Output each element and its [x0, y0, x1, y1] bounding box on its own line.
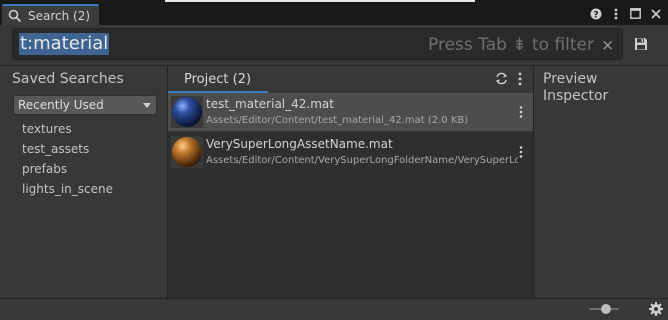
search-query-text[interactable]: t:material	[19, 33, 110, 55]
item-menu-icon[interactable]	[518, 145, 524, 159]
dropdown-selected: Recently Used	[18, 98, 104, 112]
svg-text:?: ?	[593, 10, 598, 20]
material-sphere-icon	[171, 136, 203, 168]
save-search-icon[interactable]	[633, 36, 649, 52]
inspector-label: Inspector	[543, 88, 609, 104]
preview-label: Preview	[543, 71, 598, 87]
saved-searches-title: Saved Searches	[12, 71, 124, 87]
close-icon[interactable]	[649, 7, 662, 20]
result-path: Assets/Editor/Content/test_material_42.m…	[206, 115, 469, 126]
tab-title: Search (2)	[28, 8, 91, 23]
search-icon	[8, 9, 22, 22]
result-name: VerySuperLongAssetName.mat	[206, 137, 393, 151]
saved-search-item[interactable]: test_assets	[22, 142, 89, 156]
gear-icon[interactable]	[649, 302, 663, 316]
material-sphere-icon	[171, 96, 203, 128]
sync-icon[interactable]	[495, 72, 508, 85]
search-hint: Press Tab ⇟ to filter	[428, 35, 594, 55]
preview-inspector-panel: Preview Inspector	[534, 66, 668, 298]
project-tab-label: Project (2)	[184, 72, 252, 87]
more-options-icon[interactable]	[517, 71, 523, 87]
result-item[interactable]: test_material_42.mat Assets/Editor/Conte…	[168, 93, 533, 131]
search-row: t:material Press Tab ⇟ to filter ×	[0, 25, 668, 65]
preview-inspector-title: Preview Inspector	[543, 71, 608, 105]
tab-bar: Search (2) ?	[0, 4, 668, 25]
maximize-icon[interactable]	[629, 7, 642, 20]
chevron-down-icon	[143, 103, 151, 108]
result-item[interactable]: VerySuperLongAssetName.mat Assets/Editor…	[168, 133, 533, 171]
result-path: Assets/Editor/Content/VerySuperLongFolde…	[206, 155, 518, 166]
top-strip-highlight	[165, 0, 475, 2]
saved-search-item[interactable]: lights_in_scene	[22, 182, 113, 196]
window-controls: ?	[589, 7, 662, 20]
tab-project[interactable]: Project (2)	[168, 66, 268, 93]
status-bar	[0, 299, 668, 320]
result-name: test_material_42.mat	[206, 97, 334, 111]
saved-search-item[interactable]: prefabs	[22, 162, 67, 176]
search-window: t:material Press Tab ⇟ to filter × Saved…	[0, 25, 668, 320]
menu-icon[interactable]	[609, 7, 622, 20]
tab-search[interactable]: Search (2)	[2, 4, 99, 25]
saved-searches-dropdown[interactable]: Recently Used	[13, 95, 157, 115]
results-panel: Project (2) test_material_42.mat Assets/…	[168, 66, 533, 298]
help-icon[interactable]: ?	[589, 7, 602, 20]
search-input[interactable]: t:material Press Tab ⇟ to filter ×	[12, 28, 623, 60]
saved-search-item[interactable]: textures	[22, 122, 72, 136]
saved-searches-panel: Saved Searches Recently Used textures te…	[0, 66, 167, 298]
item-menu-icon[interactable]	[518, 105, 524, 119]
results-header: Project (2)	[168, 66, 533, 93]
slider-handle[interactable]	[601, 304, 611, 314]
clear-search-button[interactable]: ×	[601, 35, 614, 55]
